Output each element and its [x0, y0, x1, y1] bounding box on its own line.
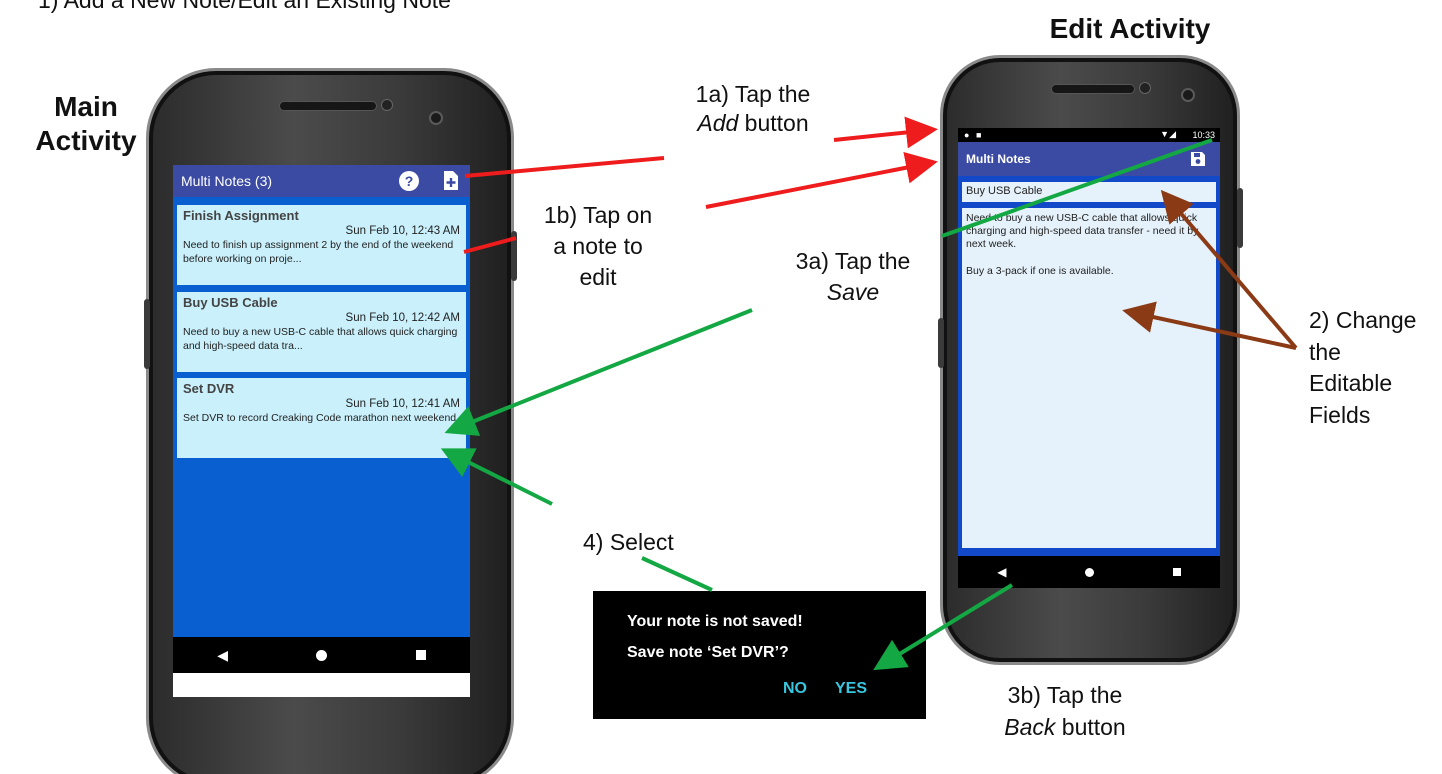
- arrow-1a-segment: [464, 156, 665, 178]
- arrow-3a-segment: [941, 138, 1213, 238]
- arrows-layer: [440, 116, 1298, 671]
- arrow-4-segment: [440, 448, 553, 506]
- arrow-3b: [873, 583, 1014, 671]
- arrow-1b-head: [705, 151, 938, 209]
- arrow-4-tail: [641, 556, 713, 592]
- arrow-1b-segment: [463, 236, 517, 254]
- arrow-3a-head: [444, 308, 753, 436]
- arrow-1a-head: [833, 116, 938, 149]
